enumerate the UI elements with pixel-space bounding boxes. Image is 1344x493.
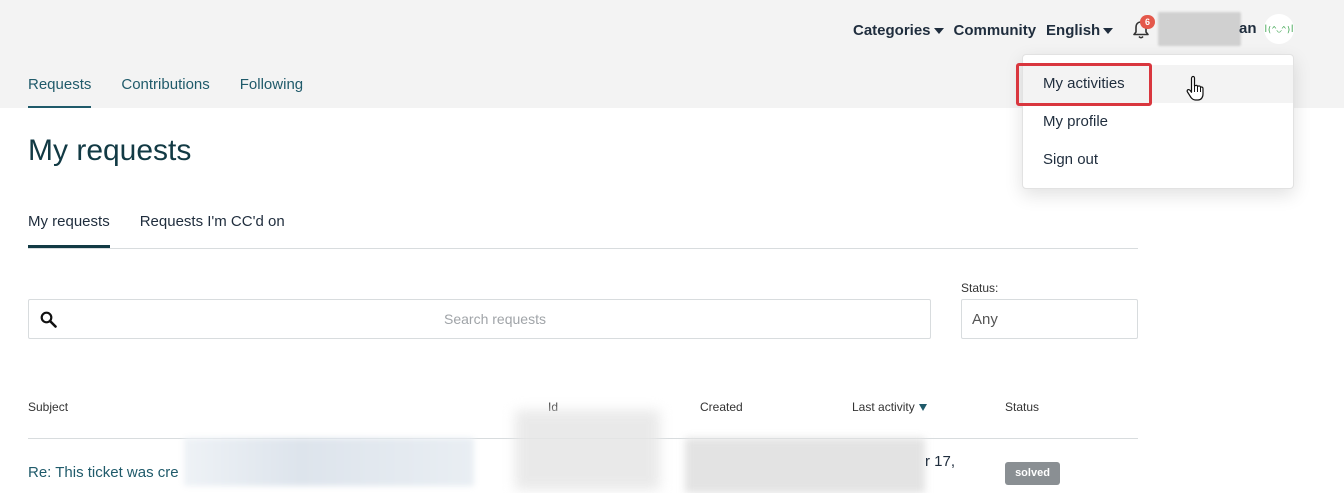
profile-subtabs: Requests Contributions Following bbox=[28, 76, 333, 108]
tab-contributions[interactable]: Contributions bbox=[121, 76, 209, 108]
column-last-activity-label: Last activity bbox=[852, 400, 915, 414]
menu-item-sign-out[interactable]: Sign out bbox=[1023, 141, 1293, 179]
column-created[interactable]: Created bbox=[700, 400, 743, 414]
nav-community-label: Community bbox=[953, 21, 1037, 39]
column-last-activity[interactable]: Last activity bbox=[852, 400, 927, 414]
nav-language-label: English bbox=[1046, 21, 1101, 39]
user-name-redacted[interactable] bbox=[1158, 12, 1241, 46]
notification-count-badge: 6 bbox=[1140, 15, 1155, 29]
status-filter-label: Status: bbox=[961, 281, 999, 295]
tab-my-requests[interactable]: My requests bbox=[28, 213, 110, 248]
status-filter-select[interactable]: Any bbox=[961, 299, 1138, 339]
search-input[interactable] bbox=[65, 300, 925, 338]
nav-community[interactable]: Community bbox=[954, 22, 1037, 39]
nav-language[interactable]: English bbox=[1046, 21, 1114, 39]
tab-following[interactable]: Following bbox=[240, 76, 303, 108]
redacted-region bbox=[685, 438, 925, 493]
top-navigation: Categories Community English bbox=[853, 16, 1123, 44]
search-box[interactable] bbox=[28, 299, 931, 339]
column-status[interactable]: Status bbox=[1005, 400, 1039, 414]
menu-item-my-activities[interactable]: My activities bbox=[1023, 65, 1293, 103]
redacted-region bbox=[184, 438, 474, 486]
avatar[interactable]: ꟾ(^◡^)ꟾ bbox=[1264, 14, 1294, 44]
status-badge: solved bbox=[1005, 462, 1060, 485]
tab-requests[interactable]: Requests bbox=[28, 76, 92, 108]
user-menu-dropdown: My activities My profile Sign out bbox=[1022, 54, 1294, 189]
redacted-region bbox=[515, 410, 660, 490]
sort-desc-icon bbox=[918, 404, 927, 411]
request-tabs: My requests Requests I'm CC'd on bbox=[28, 213, 1138, 249]
page-title: My requests bbox=[28, 134, 192, 167]
tab-cc-requests[interactable]: Requests I'm CC'd on bbox=[140, 213, 285, 248]
request-subject-link[interactable]: Re: This ticket was cre bbox=[28, 464, 179, 481]
last-activity-value: r 17, bbox=[925, 453, 956, 470]
menu-item-my-profile[interactable]: My profile bbox=[1023, 103, 1293, 141]
user-name-tail[interactable]: an bbox=[1239, 20, 1257, 37]
chevron-down-icon bbox=[933, 28, 944, 34]
hand-cursor-icon bbox=[1186, 75, 1204, 101]
chevron-down-icon bbox=[1103, 28, 1114, 34]
column-subject[interactable]: Subject bbox=[28, 400, 68, 414]
nav-categories[interactable]: Categories bbox=[853, 22, 944, 39]
search-icon bbox=[40, 311, 57, 328]
nav-categories-label: Categories bbox=[853, 21, 931, 39]
